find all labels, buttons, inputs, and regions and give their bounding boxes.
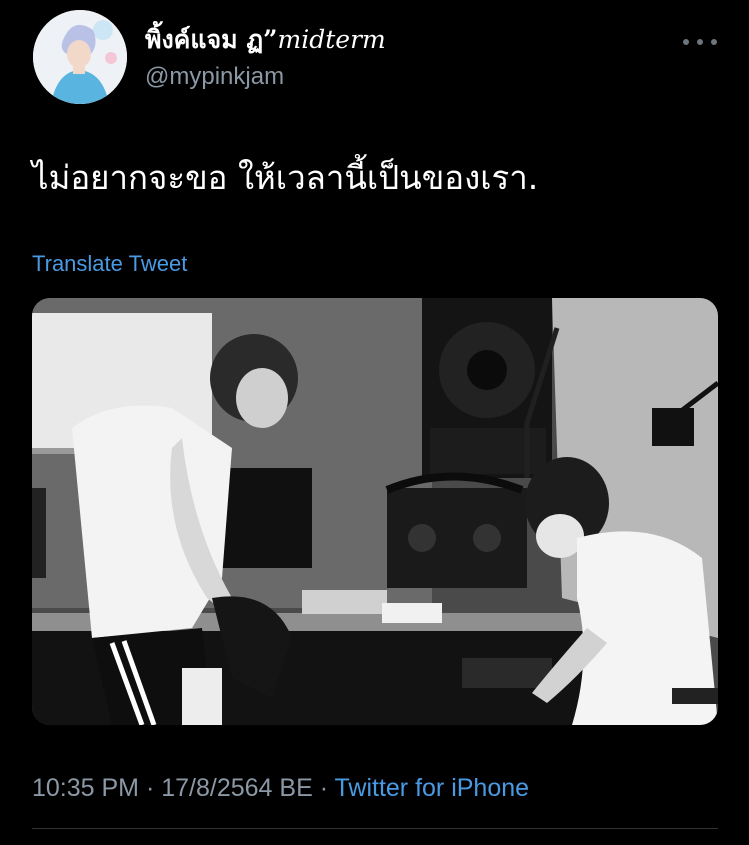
display-name-suffix: midterm <box>277 25 386 54</box>
display-name-text: พิ้งค์แจม ฏ” <box>145 25 278 54</box>
tweet-photo[interactable] <box>32 298 718 725</box>
tweet: พิ้งค์แจม ฏ”midterm @mypinkjam ไม่อยากจะ… <box>0 0 749 845</box>
divider <box>32 828 718 829</box>
user-handle[interactable]: @mypinkjam <box>145 62 284 92</box>
more-dots-icon <box>683 39 689 45</box>
more-options-button[interactable] <box>683 30 717 54</box>
translate-tweet-link[interactable]: Translate Tweet <box>32 250 187 278</box>
profile-avatar[interactable] <box>33 10 127 104</box>
tweet-meta: 10:35 PM · 17/8/2564 BE · Twitter for iP… <box>32 772 529 804</box>
tweet-time[interactable]: 10:35 PM <box>32 774 139 802</box>
studio-photo <box>32 298 718 725</box>
more-dots-icon <box>697 39 703 45</box>
more-dots-icon <box>711 39 717 45</box>
tweet-source-link[interactable]: Twitter for iPhone <box>335 774 530 802</box>
meta-separator: · <box>312 774 335 802</box>
meta-separator: · <box>139 774 162 802</box>
tweet-date[interactable]: 17/8/2564 BE <box>161 774 313 802</box>
display-name[interactable]: พิ้งค์แจม ฏ”midterm <box>145 24 386 56</box>
avatar-image <box>33 10 127 104</box>
tweet-text: ไม่อยากจะขอ ให้เวลานี้เป็นของเรา. <box>32 158 539 197</box>
